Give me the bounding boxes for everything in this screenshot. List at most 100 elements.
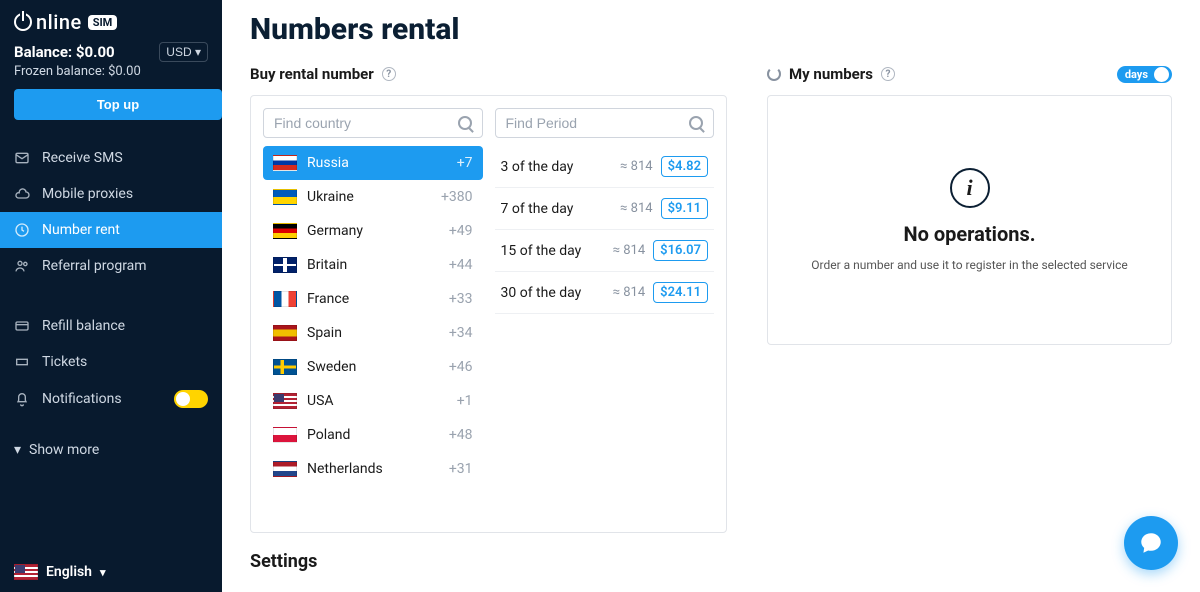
period-item[interactable]: 3 of the day≈ 814$4.82 <box>495 146 715 188</box>
nav-item-notifications[interactable]: Notifications <box>0 380 222 418</box>
chevron-down-icon: ▾ <box>14 442 21 458</box>
bell-icon <box>14 391 30 407</box>
country-code: +33 <box>449 291 473 307</box>
power-icon <box>14 13 32 31</box>
period-price: $4.82 <box>661 156 708 177</box>
page-title: Numbers rental <box>250 12 1172 47</box>
country-name: Poland <box>307 427 350 443</box>
country-code: +380 <box>441 189 473 205</box>
period-approx: ≈ 814 <box>613 285 645 300</box>
country-name: Ukraine <box>307 189 354 205</box>
country-item-sweden[interactable]: Sweden+46 <box>263 350 483 384</box>
toggle-knob <box>1154 67 1169 82</box>
logo[interactable]: nline SIM <box>0 0 222 42</box>
nav-item-mobile-proxies[interactable]: Mobile proxies <box>0 176 222 212</box>
nav-item-label: Notifications <box>42 391 122 407</box>
help-icon[interactable]: ? <box>881 67 895 81</box>
nav-item-label: Referral program <box>42 258 147 274</box>
country-item-russia[interactable]: Russia+7 <box>263 146 483 180</box>
language-select[interactable]: English ▾ <box>0 552 222 592</box>
period-label: 7 of the day <box>501 201 574 217</box>
search-icon <box>689 116 703 130</box>
period-price: $9.11 <box>661 198 708 219</box>
nav-item-refill-balance[interactable]: Refill balance <box>0 308 222 344</box>
country-name: Spain <box>307 325 342 341</box>
buy-section-header: Buy rental number ? <box>250 65 727 83</box>
flag-icon <box>273 427 297 443</box>
topup-button[interactable]: Top up <box>14 89 222 120</box>
flag-icon <box>273 155 297 171</box>
notifications-toggle[interactable] <box>174 390 208 408</box>
flag-icon <box>273 461 297 477</box>
balance-label: Balance: $0.00 <box>14 43 115 61</box>
flag-icon <box>273 189 297 205</box>
country-item-poland[interactable]: Poland +48 <box>263 418 483 452</box>
empty-subtitle: Order a number and use it to register in… <box>811 258 1127 272</box>
country-name: Britain <box>307 257 347 273</box>
period-list: 3 of the day≈ 814$4.827 of the day≈ 814$… <box>495 146 715 314</box>
country-search[interactable] <box>263 108 483 138</box>
cloud-icon <box>14 186 30 202</box>
flag-icon <box>273 257 297 273</box>
period-price: $24.11 <box>653 282 708 303</box>
country-name: USA <box>307 393 334 409</box>
country-code: +46 <box>449 359 473 375</box>
buy-panel: Russia+7 Ukraine +380 Germany +49 Britain+44F… <box>250 95 727 533</box>
country-item-usa[interactable]: USA +1 <box>263 384 483 418</box>
flag-icon <box>273 359 297 375</box>
main: Numbers rental Buy rental number ? Russi… <box>222 0 1200 592</box>
card-icon <box>14 318 30 334</box>
country-item-britain[interactable]: Britain+44 <box>263 248 483 282</box>
period-label: 30 of the day <box>501 285 582 301</box>
my-numbers-header: My numbers ? days <box>767 65 1172 83</box>
nav-item-label: Mobile proxies <box>42 186 133 202</box>
frozen-balance: Frozen balance: $0.00 <box>0 62 222 89</box>
flag-icon <box>273 223 297 239</box>
country-name: Netherlands <box>307 461 383 477</box>
settings-heading: Settings <box>250 551 727 572</box>
info-icon: i <box>950 168 990 208</box>
flag-icon <box>273 393 297 409</box>
period-search[interactable] <box>495 108 715 138</box>
days-toggle[interactable]: days <box>1117 66 1172 83</box>
country-code: +31 <box>449 461 473 477</box>
country-code: +48 <box>449 427 473 443</box>
country-name: Germany <box>307 223 363 239</box>
country-item-ukraine[interactable]: Ukraine +380 <box>263 180 483 214</box>
nav-item-tickets[interactable]: Tickets <box>0 344 222 380</box>
currency-select[interactable]: USD ▾ <box>159 42 208 62</box>
flag-icon <box>273 291 297 307</box>
my-numbers-panel: i No operations. Order a number and use … <box>767 95 1172 345</box>
ticket-icon <box>14 354 30 370</box>
period-approx: ≈ 814 <box>620 159 652 174</box>
country-item-france[interactable]: France+33 <box>263 282 483 316</box>
refresh-icon[interactable] <box>767 67 781 81</box>
period-item[interactable]: 30 of the day ≈ 814 $24.11 <box>495 272 715 314</box>
country-code: +49 <box>449 223 473 239</box>
clock-icon <box>14 222 30 238</box>
nav-item-receive-sms[interactable]: Receive SMS <box>0 140 222 176</box>
flag-icon <box>14 564 38 580</box>
chat-icon <box>1138 530 1164 556</box>
period-item[interactable]: 7 of the day ≈ 814 $9.11 <box>495 188 715 230</box>
nav-item-referral-program[interactable]: Referral program <box>0 248 222 284</box>
show-more[interactable]: ▾ Show more <box>0 430 222 470</box>
country-item-netherlands[interactable]: Netherlands +31 <box>263 452 483 486</box>
country-code: +7 <box>457 155 473 171</box>
country-item-germany[interactable]: Germany +49 <box>263 214 483 248</box>
country-search-input[interactable] <box>274 115 458 131</box>
period-item[interactable]: 15 of the day≈ 814$16.07 <box>495 230 715 272</box>
nav-main: Receive SMS Mobile proxies Number rent Refe… <box>0 140 222 284</box>
help-icon[interactable]: ? <box>382 67 396 81</box>
country-code: +1 <box>457 393 473 409</box>
mail-icon <box>14 150 30 166</box>
country-item-spain[interactable]: Spain+34 <box>263 316 483 350</box>
nav-item-number-rent[interactable]: Number rent <box>0 212 222 248</box>
period-approx: ≈ 814 <box>620 201 652 216</box>
chat-button[interactable] <box>1124 516 1178 570</box>
period-search-input[interactable] <box>506 115 690 131</box>
search-icon <box>458 116 472 130</box>
users-icon <box>14 258 30 274</box>
country-list[interactable]: Russia+7 Ukraine +380 Germany +49 Britain+44F… <box>263 146 483 520</box>
nav-secondary: Refill balanceTickets Notifications <box>0 308 222 418</box>
